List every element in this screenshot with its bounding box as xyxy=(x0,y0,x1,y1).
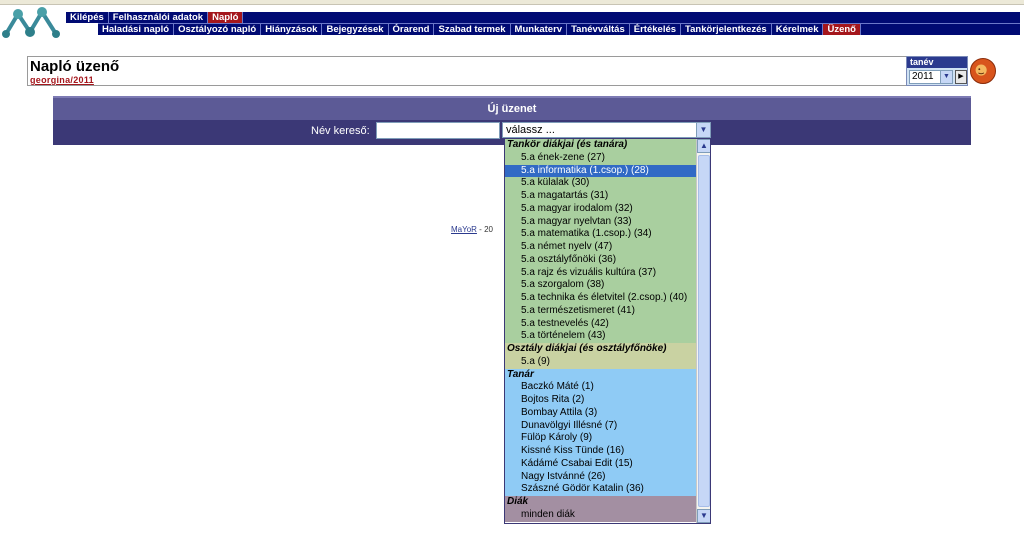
recipient-select-value: válassz ... xyxy=(506,124,555,136)
nav-logout[interactable]: Kilépés xyxy=(66,12,109,23)
recipient-select[interactable]: válassz ... ▼ xyxy=(502,122,711,138)
dropdown-option[interactable]: Bombay Attila (3) xyxy=(505,406,696,420)
nav-user-data[interactable]: Felhasználói adatok xyxy=(109,12,209,23)
dropdown-option[interactable]: 5.a (9) xyxy=(505,355,696,369)
nav-ertekeles[interactable]: Értékelés xyxy=(630,24,682,35)
nav-osztalyozo-naplo[interactable]: Osztályozó napló xyxy=(174,24,262,35)
browser-toolbar-strip xyxy=(0,0,1024,5)
option-group-label: Diák xyxy=(505,496,696,509)
chevron-down-icon: ▼ xyxy=(940,71,952,83)
dropdown-option[interactable]: 5.a német nyelv (47) xyxy=(505,241,696,254)
year-label: tanév xyxy=(907,57,967,68)
nav-bejegyzesek[interactable]: Bejegyzések xyxy=(322,24,389,35)
dropdown-option[interactable]: Bojtos Rita (2) xyxy=(505,394,696,407)
dropdown-option[interactable]: Kádámé Csabai Edit (15) xyxy=(505,457,696,471)
dropdown-option[interactable]: 5.a informatika (1.csop.) (28) xyxy=(505,164,696,178)
dropdown-option[interactable]: Nagy Istvánné (26) xyxy=(505,470,696,484)
dropdown-option[interactable]: 5.a szorgalom (38) xyxy=(505,279,696,292)
page-title: Napló üzenő xyxy=(30,58,120,75)
nav-tankorjelentkezes[interactable]: Tankörjelentkezés xyxy=(681,24,772,35)
dropdown-option[interactable]: 5.a magyar nyelvtan (33) xyxy=(505,215,696,229)
mayor-logo[interactable] xyxy=(2,4,64,42)
dropdown-option[interactable]: Kissné Kiss Tünde (16) xyxy=(505,445,696,458)
dropdown-option[interactable]: 5.a technika és életvitel (2.csop.) (40) xyxy=(505,292,696,305)
dropdown-option[interactable]: 5.a külalak (30) xyxy=(505,177,696,190)
year-go-button[interactable]: ▶ xyxy=(955,70,967,84)
nav-kerelmek[interactable]: Kérelmek xyxy=(772,24,824,35)
scroll-down-icon[interactable]: ▼ xyxy=(697,509,710,523)
scroll-up-icon[interactable]: ▲ xyxy=(697,139,710,153)
nav-hianyzasok[interactable]: Hiányzások xyxy=(261,24,323,35)
nav-orarend[interactable]: Órarend xyxy=(389,24,435,35)
name-search-input[interactable] xyxy=(376,122,500,139)
dropdown-list: Tankör diákjai (és tanára) 5.a ének-zene … xyxy=(505,139,696,522)
sub-nav: Haladási napló Osztályozó napló Hiányzás… xyxy=(98,23,1020,35)
dropdown-option[interactable]: minden diák xyxy=(505,508,696,522)
dropdown-option[interactable]: 5.a természetismeret (41) xyxy=(505,304,696,318)
year-selector: tanév 2011 ▼ ▶ xyxy=(906,56,968,86)
dropdown-option[interactable]: 5.a testnevelés (42) xyxy=(505,317,696,331)
footer: MaYoR - 20 xyxy=(451,225,493,234)
dropdown-option[interactable]: 5.a történelem (43) xyxy=(505,330,696,343)
nav-munkaterv[interactable]: Munkaterv xyxy=(511,24,568,35)
nav-naplo[interactable]: Napló xyxy=(208,12,244,23)
dropdown-option[interactable]: Szászné Gödör Katalin (36) xyxy=(505,483,696,496)
dropdown-option[interactable]: 5.a rajz és vizuális kultúra (37) xyxy=(505,266,696,280)
year-value: 2011 xyxy=(912,71,934,82)
dropdown-option[interactable]: 5.a magatartás (31) xyxy=(505,190,696,203)
dropdown-option[interactable]: 5.a ének-zene (27) xyxy=(505,151,696,165)
option-group-label: Tankör diákjai (és tanára) xyxy=(505,139,696,152)
user-link[interactable]: georgina/2011 xyxy=(30,75,94,85)
main-nav: Kilépés Felhasználói adatok Napló xyxy=(66,12,1020,23)
recipient-dropdown[interactable]: Tankör diákjai (és tanára) 5.a ének-zene … xyxy=(504,138,711,524)
option-group-label: Tanár xyxy=(505,368,696,382)
mayor-link[interactable]: MaYoR xyxy=(451,225,477,234)
dropdown-option[interactable]: Baczkó Máté (1) xyxy=(505,381,696,394)
home-icon[interactable] xyxy=(970,58,996,84)
new-message-header: Új üzenet xyxy=(53,96,971,120)
dropdown-option[interactable]: Fülöp Károly (9) xyxy=(505,432,696,445)
nav-tanevvaltas[interactable]: Tanévváltás xyxy=(567,24,630,35)
chevron-down-icon: ▼ xyxy=(696,123,710,137)
option-group-label: Osztály diákjai (és osztályfőnöke) xyxy=(505,343,696,356)
nav-uzeno[interactable]: Üzenő xyxy=(823,24,861,35)
dropdown-option[interactable]: 5.a magyar irodalom (32) xyxy=(505,202,696,216)
search-label: Név kereső: xyxy=(311,125,370,137)
dropdown-option[interactable]: 5.a matematika (1.csop.) (34) xyxy=(505,228,696,241)
scroll-thumb[interactable] xyxy=(698,155,710,507)
footer-text: - 20 xyxy=(476,225,493,234)
nav-szabad-termek[interactable]: Szabad termek xyxy=(434,24,511,35)
dropdown-option[interactable]: 5.a osztályfőnöki (36) xyxy=(505,253,696,267)
year-select[interactable]: 2011 ▼ xyxy=(909,70,953,84)
dropdown-option[interactable]: Dunavölgyi Illésné (7) xyxy=(505,419,696,433)
face-icon xyxy=(975,64,987,76)
nav-haladasi-naplo[interactable]: Haladási napló xyxy=(98,24,175,35)
dropdown-scrollbar[interactable]: ▲ ▼ xyxy=(696,139,710,523)
page-header: Napló üzenő georgina/2011 xyxy=(27,56,968,86)
